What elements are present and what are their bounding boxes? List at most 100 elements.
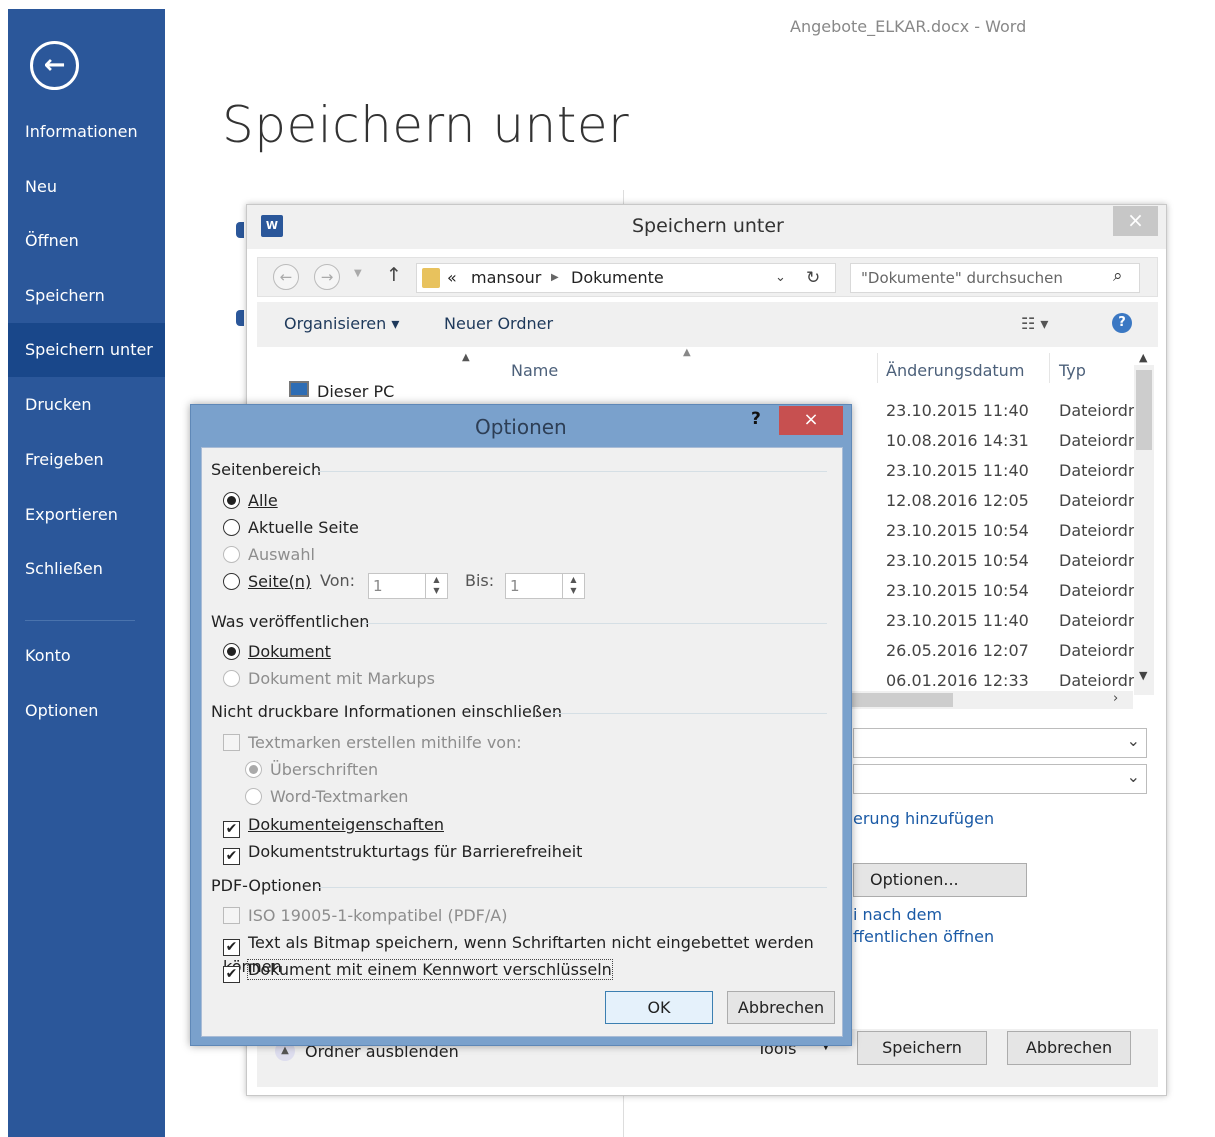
encrypt-checkbox[interactable]: ✔ Dokument mit einem Kennwort verschlüsse… bbox=[223, 959, 613, 983]
row-date: 12.08.2016 12:05 bbox=[886, 491, 1029, 510]
from-stepper[interactable]: 1 ▲ ▼ bbox=[368, 573, 448, 599]
dialog-title: Speichern unter bbox=[632, 215, 784, 237]
close-button[interactable]: × bbox=[779, 406, 843, 435]
breadcrumb-item[interactable]: mansour bbox=[471, 264, 541, 292]
nav-info[interactable]: Informationen bbox=[8, 105, 165, 159]
row-type: Dateiordr bbox=[1059, 611, 1135, 630]
search-icon[interactable]: ⌕ bbox=[1113, 266, 1123, 286]
row-date: 06.01.2016 12:33 bbox=[886, 671, 1029, 690]
radio-document[interactable]: Dokument bbox=[223, 641, 331, 663]
bitmap-checkbox[interactable]: ✔ Text als Bitmap speichern, wenn Schrift… bbox=[223, 932, 842, 976]
column-name[interactable]: Name bbox=[511, 361, 558, 380]
nav-new[interactable]: Neu bbox=[8, 160, 165, 214]
sort-icon: ▲ bbox=[683, 347, 691, 358]
nav-print[interactable]: Drucken bbox=[8, 378, 165, 432]
ok-button[interactable]: OK bbox=[605, 991, 713, 1024]
scroll-up-icon[interactable]: ▲ bbox=[462, 352, 470, 363]
nav-export[interactable]: Exportieren bbox=[8, 488, 165, 542]
to-stepper[interactable]: 1 ▲ ▼ bbox=[505, 573, 585, 599]
view-options-icon[interactable]: ☷ ▾ bbox=[1021, 314, 1048, 333]
back-arrow-icon[interactable]: ← bbox=[30, 41, 79, 90]
spin-arrows-icon[interactable]: ▲ ▼ bbox=[562, 574, 584, 598]
spin-arrows-icon[interactable]: ▲ ▼ bbox=[425, 574, 447, 598]
radio-word-bookmarks: Word-Textmarken bbox=[245, 786, 408, 808]
column-divider bbox=[877, 353, 878, 383]
nav-this-pc[interactable]: Dieser PC bbox=[317, 382, 394, 401]
divider bbox=[545, 713, 827, 714]
row-date: 23.10.2015 11:40 bbox=[886, 461, 1029, 480]
column-date[interactable]: Änderungsdatum bbox=[886, 361, 1024, 380]
iso-checkbox: ISO 19005-1-kompatibel (PDF/A) bbox=[223, 905, 507, 927]
page-range-heading: Seitenbereich bbox=[211, 460, 322, 479]
divider bbox=[317, 887, 827, 888]
nav-share[interactable]: Freigeben bbox=[8, 433, 165, 487]
radio-icon bbox=[223, 546, 240, 563]
doc-properties-checkbox[interactable]: ✔ Dokumenteigenschaften bbox=[223, 814, 444, 838]
divider bbox=[362, 623, 827, 624]
row-type: Dateiordr bbox=[1059, 551, 1135, 570]
scroll-up-icon[interactable]: ▲ bbox=[1139, 351, 1147, 364]
row-type: Dateiordr bbox=[1059, 641, 1135, 660]
nav-options[interactable]: Optionen bbox=[8, 684, 165, 738]
radio-selected-icon bbox=[223, 492, 240, 509]
chevron-down-icon[interactable]: ⌄ bbox=[775, 264, 786, 292]
radio-pages[interactable]: Seite(n) bbox=[223, 571, 311, 593]
breadcrumb-overflow[interactable]: « bbox=[447, 264, 457, 292]
nav-close[interactable]: Schließen bbox=[8, 542, 165, 596]
filetype-combo[interactable]: ⌄ bbox=[853, 764, 1147, 794]
row-date: 23.10.2015 10:54 bbox=[886, 521, 1029, 540]
onedrive-icon bbox=[236, 222, 244, 238]
nav-save-as[interactable]: Speichern unter bbox=[8, 323, 165, 377]
address-toolbar: ← → ▼ ↑ « mansour ▶ Dokumente ⌄ ↻ "Dokum… bbox=[257, 257, 1158, 297]
chevron-down-icon: ⌄ bbox=[1126, 731, 1140, 750]
back-icon[interactable]: ← bbox=[273, 264, 299, 290]
checkbox-icon bbox=[223, 734, 240, 751]
radio-label: Auswahl bbox=[248, 545, 315, 564]
row-date: 23.10.2015 11:40 bbox=[886, 611, 1029, 630]
address-bar[interactable]: « mansour ▶ Dokumente ⌄ ↻ bbox=[416, 263, 836, 293]
search-input[interactable]: "Dokumente" durchsuchen bbox=[850, 263, 1140, 293]
checkbox-icon bbox=[223, 907, 240, 924]
to-label: Bis: bbox=[465, 571, 495, 590]
column-type[interactable]: Typ bbox=[1059, 361, 1086, 380]
row-type: Dateiordr bbox=[1059, 491, 1135, 510]
column-divider bbox=[1049, 353, 1050, 383]
radio-all[interactable]: Alle bbox=[223, 490, 278, 512]
dialog-title: Optionen bbox=[475, 415, 567, 439]
save-button[interactable]: Speichern bbox=[857, 1031, 987, 1065]
nav-save[interactable]: Speichern bbox=[8, 269, 165, 323]
open-after-publish-label[interactable]: i nach dem bbox=[853, 905, 942, 924]
radio-current-page[interactable]: Aktuelle Seite bbox=[223, 517, 359, 539]
scroll-right-icon[interactable]: › bbox=[1113, 691, 1118, 706]
scroll-down-icon[interactable]: ▼ bbox=[1139, 669, 1147, 682]
checkmark-icon: ✔ bbox=[223, 966, 240, 983]
from-label: Von: bbox=[320, 571, 356, 590]
radio-document-markups: Dokument mit Markups bbox=[223, 668, 435, 690]
help-button[interactable]: ? bbox=[751, 409, 761, 429]
options-button[interactable]: Optionen... bbox=[853, 863, 1027, 897]
new-folder-button[interactable]: Neuer Ordner bbox=[444, 314, 553, 333]
organize-menu[interactable]: Organisieren ▾ bbox=[284, 314, 399, 333]
structure-tags-checkbox[interactable]: ✔ Dokumentstrukturtags für Barrierefreihe… bbox=[223, 841, 582, 865]
breadcrumb-item[interactable]: Dokumente bbox=[571, 264, 664, 292]
nav-open[interactable]: Öffnen bbox=[8, 214, 165, 268]
folder-icon bbox=[422, 268, 440, 288]
cancel-button[interactable]: Abbrechen bbox=[727, 991, 835, 1024]
refresh-icon[interactable]: ↻ bbox=[806, 264, 820, 292]
radio-icon bbox=[245, 788, 262, 805]
radio-label: Dokument bbox=[248, 642, 331, 661]
forward-icon[interactable]: → bbox=[314, 264, 340, 290]
cancel-button[interactable]: Abbrechen bbox=[1007, 1031, 1131, 1065]
close-button[interactable]: × bbox=[1113, 206, 1158, 236]
filename-combo[interactable]: ⌄ bbox=[853, 728, 1147, 758]
page-title: Speichern unter bbox=[222, 96, 630, 154]
tags-link[interactable]: erung hinzufügen bbox=[853, 809, 994, 828]
open-after-publish-label-2[interactable]: ffentlichen öffnen bbox=[853, 927, 994, 946]
history-dropdown-icon[interactable]: ▼ bbox=[354, 268, 362, 279]
up-arrow-icon[interactable]: ↑ bbox=[386, 264, 402, 286]
nav-account[interactable]: Konto bbox=[8, 629, 165, 683]
help-icon[interactable]: ? bbox=[1112, 313, 1132, 333]
window-title: Angebote_ELKAR.docx - Word bbox=[790, 17, 1027, 36]
scrollbar-thumb[interactable] bbox=[1136, 370, 1152, 450]
nav-separator bbox=[25, 620, 135, 621]
